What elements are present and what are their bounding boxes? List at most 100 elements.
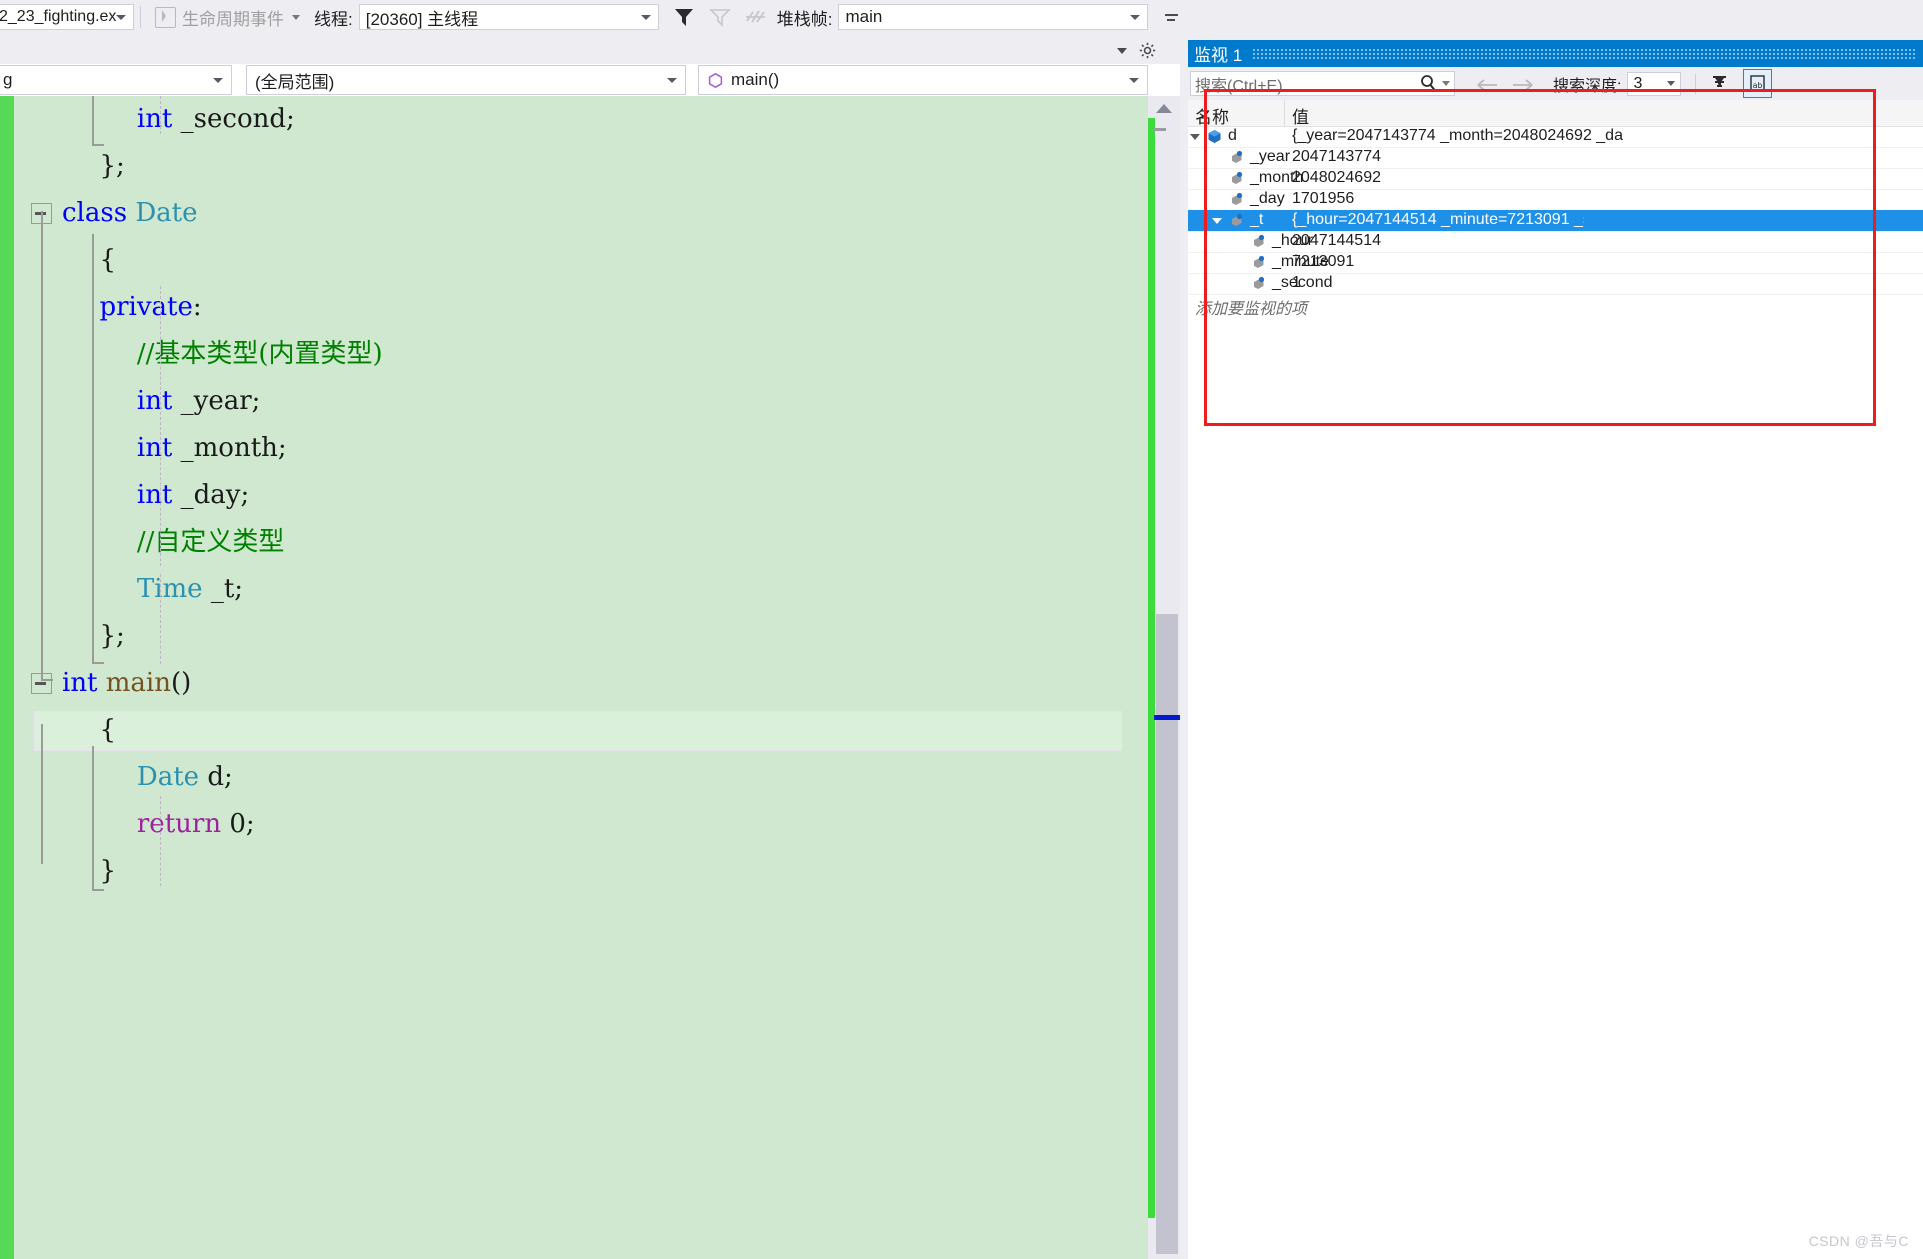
filter-solid-icon[interactable]: [673, 7, 695, 27]
editor-text-area[interactable]: int _second;}; class Date {private: //基本类型(…: [14, 96, 1148, 1259]
code-line-text: //自定义类型: [137, 519, 285, 566]
chevron-down-icon[interactable]: [1117, 47, 1127, 54]
hex-display-icon[interactable]: ab: [1743, 69, 1773, 98]
editor-vertical-scrollbar[interactable]: [1148, 96, 1180, 1259]
watch-row-value[interactable]: {_year=2047143774 _month=2048024692 _da: [1292, 127, 1692, 145]
watch-row[interactable]: _day 1701956: [1188, 189, 1923, 211]
change-indicator-strip: [0, 96, 14, 1259]
code-token: :: [192, 292, 202, 322]
arrow-right-icon[interactable]: [1512, 77, 1533, 91]
current-line-marker: [1154, 715, 1180, 720]
code-line: };: [14, 613, 1114, 660]
watch-grid-header: 名称 值: [1188, 100, 1923, 127]
change-map-bar: [1148, 118, 1155, 1218]
code-line: int _year;: [14, 378, 1114, 425]
lifecycle-label: 生命周期事件: [182, 9, 284, 29]
watch-row[interactable]: _minute 7213091: [1188, 252, 1923, 274]
navbar-member-combo[interactable]: main(): [698, 65, 1148, 95]
code-line-text: int _day;: [137, 472, 249, 519]
watch-row-value[interactable]: 1701956: [1292, 190, 1692, 208]
watch-row-name: _day: [1250, 190, 1285, 207]
lifecycle-icon: [155, 6, 176, 28]
expand-collapse-icon[interactable]: [1212, 218, 1222, 224]
code-line-text: Time _t;: [137, 566, 243, 613]
code-line-text: class Date: [62, 190, 198, 237]
field-icon: [1250, 233, 1267, 250]
watch-row-value[interactable]: 1: [1292, 274, 1692, 292]
scribble-icon[interactable]: [745, 7, 767, 27]
watch-row[interactable]: _t {_hour=2047144514 _minute=7213091 _sec…: [1188, 210, 1923, 232]
magnifier-icon[interactable]: [1419, 74, 1450, 93]
code-token: {: [99, 245, 116, 275]
project-combo[interactable]: 2_23_fighting.ex: [0, 4, 134, 30]
code-line-text: };: [99, 613, 124, 660]
toolbar-icon-group: [673, 7, 767, 27]
column-header-value: 值: [1292, 108, 1309, 127]
field-icon: [1250, 275, 1267, 292]
code-line-text: //基本类型(内置类型): [137, 331, 383, 378]
navbar-file-combo[interactable]: g: [0, 65, 232, 95]
watch-window-titlebar[interactable]: 监视 1: [1188, 40, 1923, 67]
outline-guide: [92, 234, 94, 664]
code-token: Time: [136, 574, 203, 604]
scrollbar-thumb[interactable]: [1156, 614, 1178, 1254]
filter-outline-icon[interactable]: [708, 7, 731, 27]
code-line: {: [14, 707, 1114, 754]
stack-frame-combo[interactable]: main: [838, 4, 1149, 30]
watch-row-value[interactable]: 2048024692: [1292, 169, 1692, 187]
watch-row-value[interactable]: 7213091: [1292, 253, 1692, 271]
watch-row-value[interactable]: 2047143774: [1292, 148, 1692, 166]
add-watch-row[interactable]: 添加要监视的项: [1188, 294, 1923, 318]
code-editor[interactable]: int _second;}; class Date {private: //基本类型(…: [0, 96, 1148, 1259]
navbar-scope-combo[interactable]: (全局范围): [246, 65, 686, 95]
watch-row[interactable]: _second 1: [1188, 273, 1923, 295]
pin-icon[interactable]: [1706, 70, 1733, 97]
titlebar-grip: [1252, 48, 1917, 59]
search-input[interactable]: 搜索(Ctrl+E): [1190, 71, 1455, 96]
toolbar-separator: [1695, 73, 1697, 94]
code-line: };: [14, 143, 1114, 190]
chevron-down-icon[interactable]: [292, 14, 300, 20]
code-line: int _second;: [14, 96, 1114, 143]
chevron-down-icon[interactable]: [1442, 81, 1450, 86]
watch-row[interactable]: _month 2048024692: [1188, 168, 1923, 190]
watch-grid[interactable]: 名称 值 d {_year=2047143774 _month=204802469…: [1188, 100, 1923, 1259]
outline-guide: [41, 724, 43, 864]
watch-row[interactable]: d {_year=2047143774 _month=2048024692 _da: [1188, 126, 1923, 148]
watch-row-value[interactable]: 2047144514: [1292, 232, 1692, 250]
navbar-file-value: g: [3, 70, 13, 89]
chevron-down-icon: [1130, 14, 1141, 20]
code-token: {: [99, 715, 116, 745]
field-icon: [1228, 170, 1245, 187]
watch-row[interactable]: _hour 2047144514: [1188, 231, 1923, 253]
watch-window-title: 监视 1: [1194, 46, 1243, 65]
outline-guide-end: [92, 889, 104, 891]
stack-frame-combo-value: main: [845, 7, 883, 26]
panel-gap-top: [1180, 0, 1923, 40]
navbar-member-value: main(): [731, 70, 780, 89]
column-divider[interactable]: [1284, 100, 1285, 126]
code-token: //基本类型(内置类型): [136, 339, 383, 369]
field-icon: [1228, 212, 1245, 229]
code-token: int: [62, 668, 106, 698]
code-line-text: Date d;: [137, 754, 233, 801]
watch-row-value[interactable]: {_hour=2047144514 _minute=7213091 _secon: [1292, 211, 1584, 229]
code-line-text: };: [99, 143, 124, 190]
thread-combo[interactable]: [20360] 主线程: [358, 4, 659, 30]
watch-row-name: _year: [1250, 148, 1291, 165]
code-line: {: [14, 237, 1114, 284]
search-depth-label: 搜索深度:: [1553, 77, 1622, 95]
toolbar-overflow-button[interactable]: [1162, 13, 1180, 21]
expand-collapse-icon[interactable]: [1190, 134, 1200, 140]
lifecycle-events-button[interactable]: 生命周期事件: [151, 5, 304, 30]
chevron-down-icon: [667, 77, 677, 83]
arrow-left-icon[interactable]: [1477, 77, 1498, 91]
watch-row[interactable]: _year 2047143774: [1188, 147, 1923, 169]
search-depth-combo[interactable]: 3: [1627, 71, 1682, 96]
code-token: int: [136, 104, 173, 134]
gear-icon[interactable]: [1139, 42, 1156, 59]
code-line: //基本类型(内置类型): [14, 331, 1114, 378]
indent-guide: [160, 286, 162, 566]
scroll-up-arrow-icon[interactable]: [1156, 104, 1172, 113]
document-tab-strip: [0, 34, 1180, 64]
